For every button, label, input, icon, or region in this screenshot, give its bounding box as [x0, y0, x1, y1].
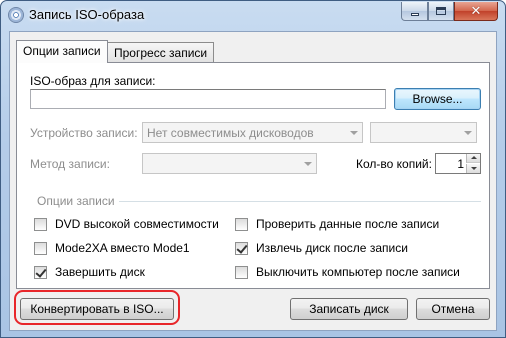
chevron-down-icon	[350, 131, 358, 135]
convert-to-iso-button[interactable]: Конвертировать в ISO...	[20, 298, 174, 320]
maximize-button[interactable]	[428, 2, 454, 21]
device-speed-select[interactable]	[370, 122, 477, 143]
tab-burn-progress[interactable]: Прогресс записи	[107, 42, 215, 62]
checkbox-label: Mode2XA вместо Mode1	[55, 241, 190, 255]
checkbox-label: Извлечь диск после записи	[256, 241, 408, 255]
copies-label: Кол-во копий:	[356, 157, 432, 171]
checkbox-shutdown[interactable]: Выключить компьютер после записи	[235, 265, 460, 279]
device-label: Устройство записи:	[30, 126, 138, 140]
stepper-up-button[interactable]	[466, 154, 480, 163]
title-bar[interactable]: Запись ISO-образа ✕	[1, 1, 505, 31]
group-divider	[119, 201, 481, 202]
options-group-label: Опции записи	[37, 194, 115, 208]
close-icon: ✕	[470, 3, 482, 18]
tab-burn-options[interactable]: Опции записи	[16, 40, 108, 63]
checkbox-eject-disc[interactable]: Извлечь диск после записи	[235, 241, 408, 255]
checkbox-box[interactable]	[235, 217, 248, 231]
iso-image-label: ISO-образ для записи:	[30, 74, 156, 88]
device-select[interactable]: Нет совместимых дисководов	[142, 122, 363, 143]
dialog-client-area: Опции записи Прогресс записи ISO-образ д…	[9, 31, 497, 331]
checkbox-dvd-compat[interactable]: DVD высокой совместимости	[34, 217, 219, 231]
checkbox-box[interactable]	[34, 217, 47, 231]
checkbox-label: Завершить диск	[55, 265, 145, 279]
checkbox-verify-data[interactable]: Проверить данные после записи	[235, 217, 439, 231]
copies-value: 1	[457, 157, 464, 171]
options-panel: ISO-образ для записи: Browse... Устройст…	[16, 62, 490, 289]
checkbox-box[interactable]	[34, 265, 47, 279]
burn-iso-window: Запись ISO-образа ✕ Опции записи Прогрес…	[0, 0, 506, 338]
iso-path-input[interactable]	[30, 89, 386, 109]
checkbox-mode2xa[interactable]: Mode2XA вместо Mode1	[34, 241, 190, 255]
checkbox-box[interactable]	[235, 265, 248, 279]
checkbox-label: Проверить данные после записи	[256, 217, 440, 231]
stepper-down-button[interactable]	[466, 164, 480, 173]
cancel-button[interactable]: Отмена	[416, 298, 490, 320]
copies-stepper[interactable]: 1	[435, 153, 481, 174]
checkbox-box[interactable]	[34, 241, 47, 255]
disc-icon	[8, 7, 24, 23]
chevron-down-icon	[464, 131, 472, 135]
window-title: Запись ISO-образа	[29, 7, 145, 22]
checkbox-box[interactable]	[235, 241, 248, 255]
method-select[interactable]	[142, 153, 317, 174]
checkbox-finalize-disc[interactable]: Завершить диск	[34, 265, 145, 279]
close-button[interactable]: ✕	[454, 2, 498, 21]
method-label: Метод записи:	[30, 157, 110, 171]
burn-disc-button[interactable]: Записать диск	[290, 298, 408, 320]
minimize-button[interactable]	[401, 2, 428, 21]
chevron-down-icon	[304, 162, 312, 166]
browse-button[interactable]: Browse...	[394, 88, 481, 110]
checkbox-label: Выключить компьютер после записи	[256, 265, 460, 279]
maximize-icon	[436, 7, 446, 15]
minimize-icon	[410, 13, 419, 16]
device-select-value: Нет совместимых дисководов	[147, 126, 314, 140]
checkbox-label: DVD высокой совместимости	[55, 217, 219, 231]
